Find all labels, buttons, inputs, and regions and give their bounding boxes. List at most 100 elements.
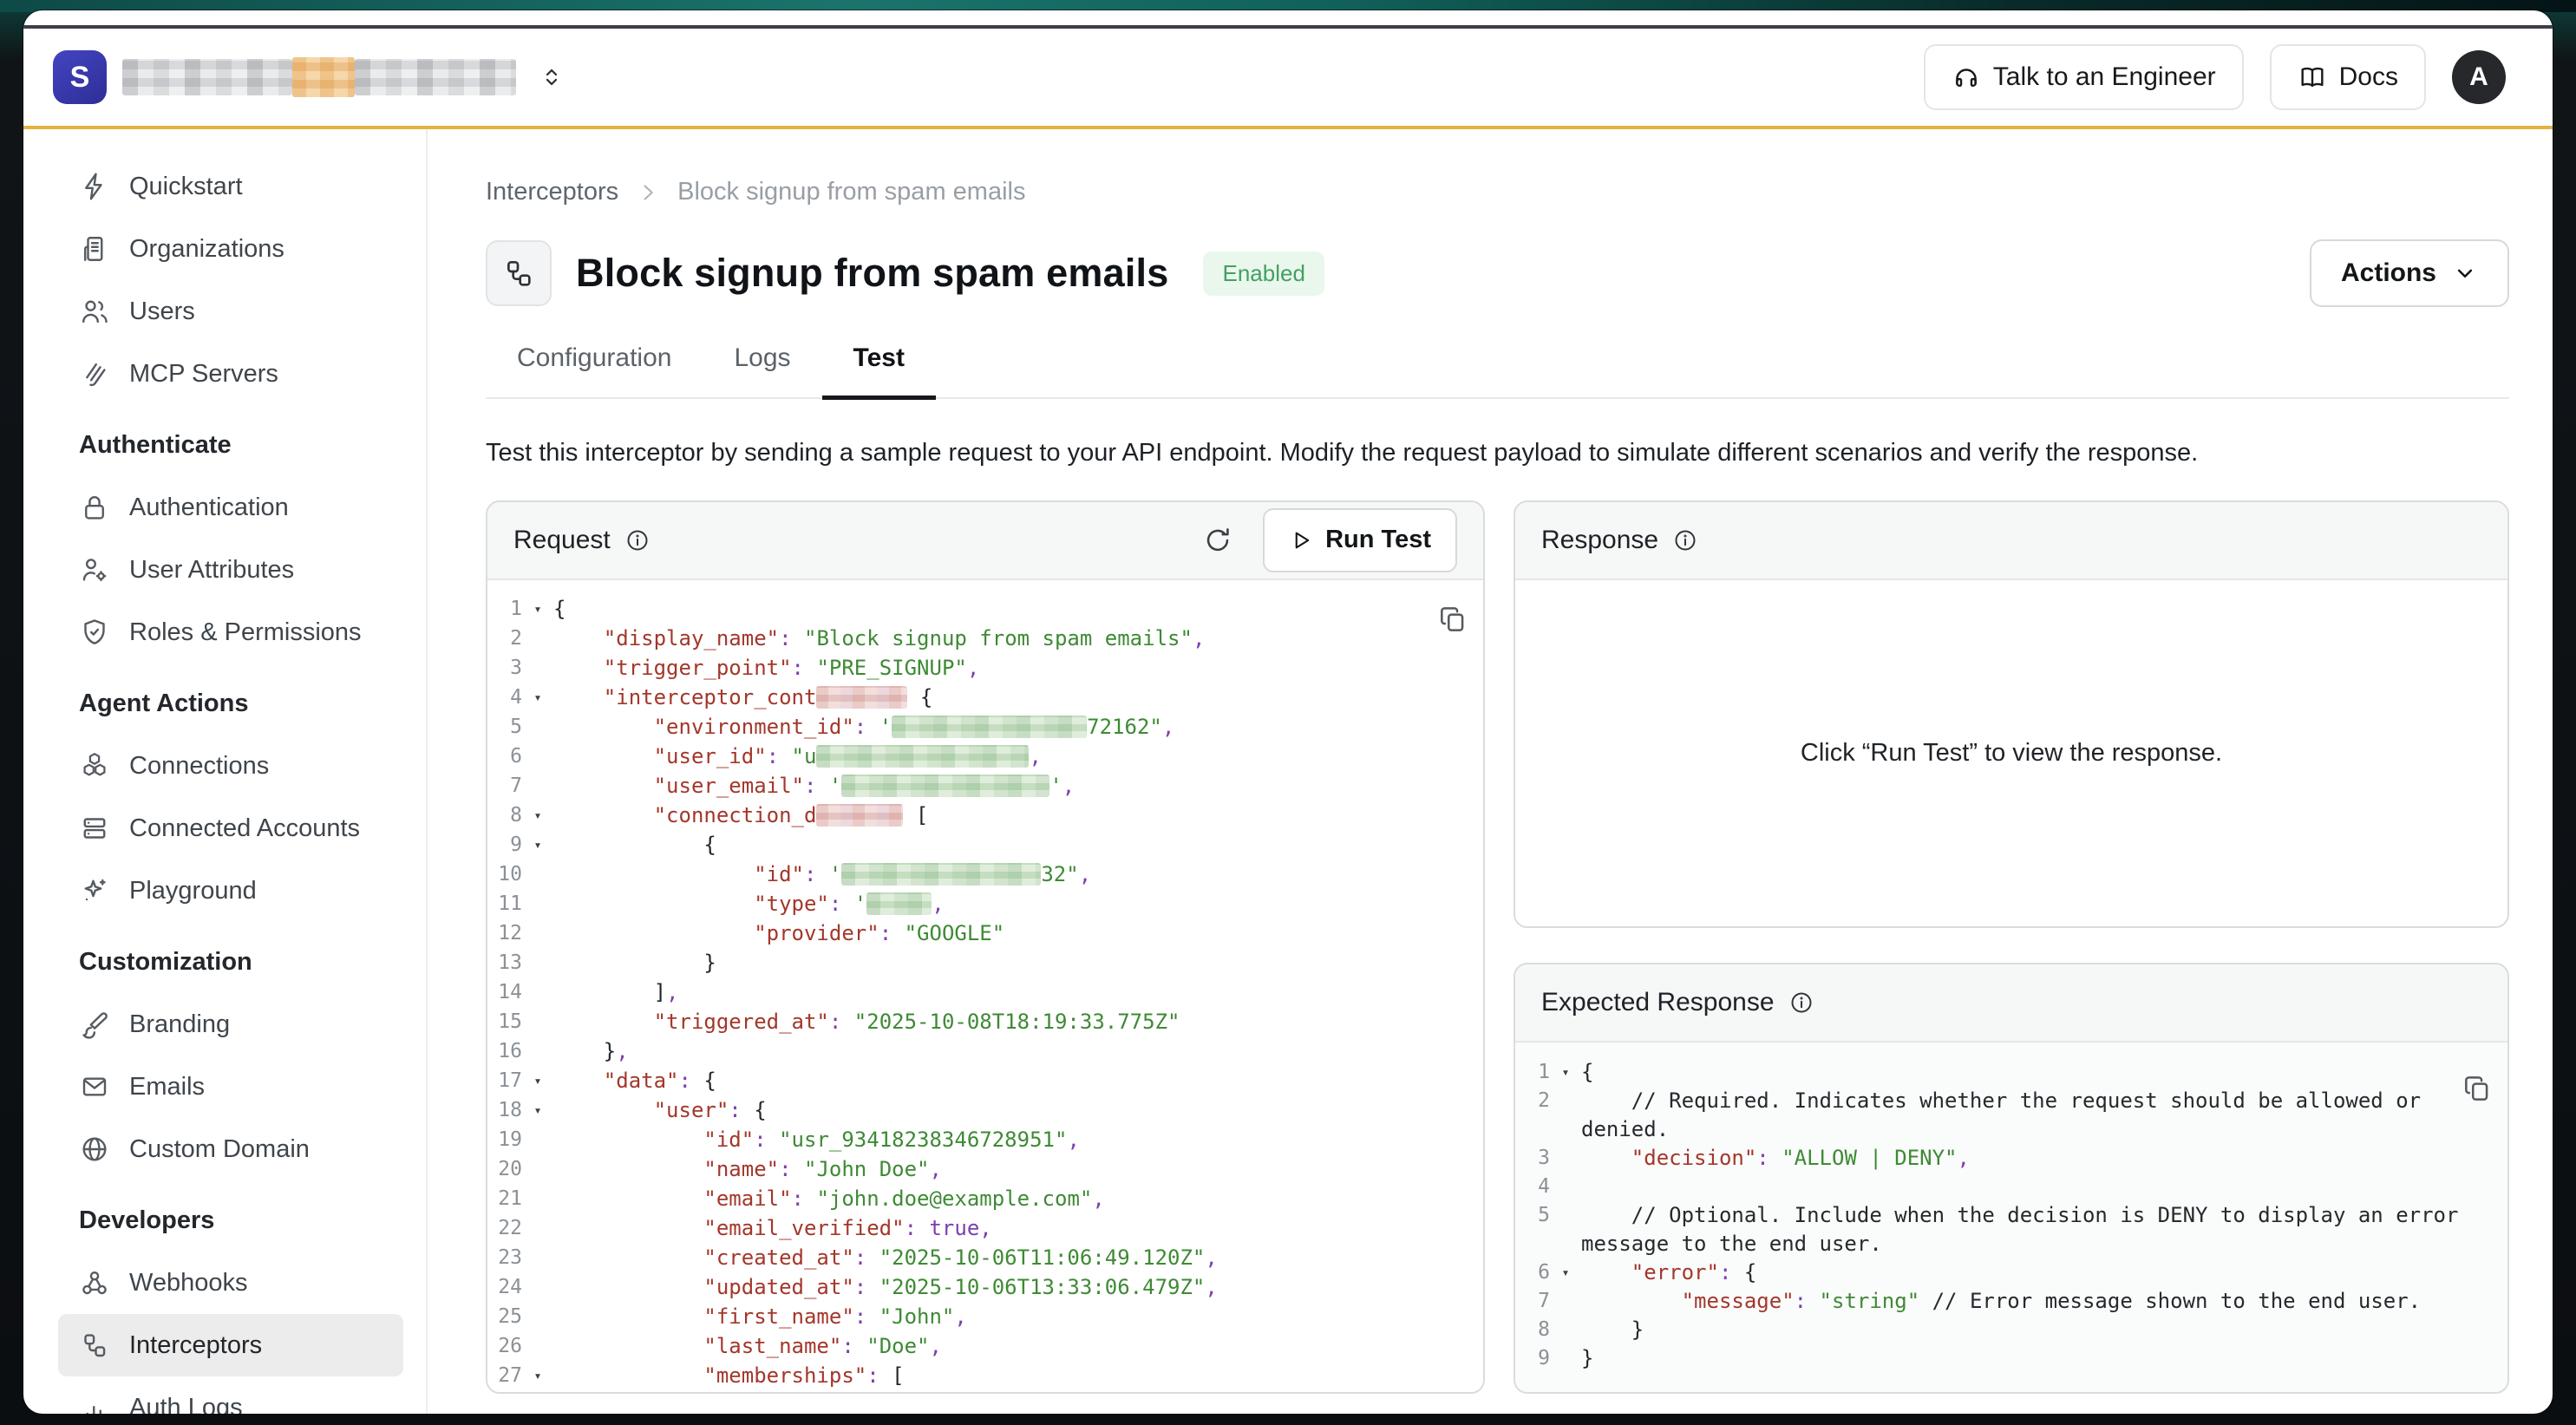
code-line: 4 <box>1515 1173 2507 1201</box>
fold-caret-icon[interactable]: ▾ <box>522 1095 553 1125</box>
info-icon[interactable] <box>1788 990 1814 1016</box>
code-line[interactable]: 27▾ "memberships": [ <box>487 1361 1483 1390</box>
code-text: ], <box>553 977 1483 1007</box>
line-number: 1 <box>487 594 522 624</box>
code-line[interactable]: 11 "type": ', <box>487 889 1483 918</box>
fold-caret-icon[interactable]: ▾ <box>522 1361 553 1390</box>
sidebar-item-connected-accounts[interactable]: Connected Accounts <box>58 797 403 860</box>
sidebar-item-auth-logs[interactable]: Auth Logs <box>58 1376 403 1414</box>
code-line[interactable]: 14 ], <box>487 977 1483 1007</box>
sidebar-section-authenticate: Authenticate <box>58 414 403 476</box>
sidebar-item-label: Webhooks <box>129 1269 248 1298</box>
line-number: 27 <box>487 1361 522 1390</box>
code-line[interactable]: 21 "email": "john.doe@example.com", <box>487 1184 1483 1213</box>
tab-configuration[interactable]: Configuration <box>486 343 703 397</box>
code-line[interactable]: 26 "last_name": "Doe", <box>487 1331 1483 1361</box>
fold-caret-icon[interactable]: ▾ <box>522 830 553 860</box>
sidebar-item-playground[interactable]: Playground <box>58 860 403 922</box>
fold-caret-icon[interactable]: ▾ <box>522 1066 553 1095</box>
page-title: Block signup from spam emails <box>576 251 1168 296</box>
copy-icon[interactable] <box>1436 603 1469 636</box>
code-text: "updated_at": "2025-10-06T13:33:06.479Z"… <box>553 1272 1483 1302</box>
code-line[interactable]: 4▾ "interceptor_cont { <box>487 683 1483 712</box>
code-line[interactable]: 9▾ { <box>487 830 1483 860</box>
code-line[interactable]: 25 "first_name": "John", <box>487 1302 1483 1331</box>
line-number: 15 <box>487 1007 522 1036</box>
code-line[interactable]: 15 "triggered_at": "2025-10-08T18:19:33.… <box>487 1007 1483 1036</box>
fold-caret-icon[interactable]: ▾ <box>522 801 553 830</box>
code-line[interactable]: 3 "trigger_point": "PRE_SIGNUP", <box>487 653 1483 683</box>
sidebar-item-organizations[interactable]: Organizations <box>58 218 403 280</box>
code-line[interactable]: 17▾ "data": { <box>487 1066 1483 1095</box>
code-line[interactable]: 5 "environment_id": '72162", <box>487 712 1483 742</box>
sidebar-item-webhooks[interactable]: Webhooks <box>58 1252 403 1314</box>
code-line[interactable]: 19 "id": "usr_93418238346728951", <box>487 1125 1483 1154</box>
code-line[interactable]: 22 "email_verified": true, <box>487 1213 1483 1243</box>
docs-label: Docs <box>2339 62 2398 92</box>
page-description: Test this interceptor by sending a sampl… <box>486 439 2509 467</box>
sidebar-item-connections[interactable]: Connections <box>58 735 403 797</box>
code-line[interactable]: 6 "user_id": "u, <box>487 742 1483 771</box>
code-line[interactable]: 7 "user_email": '', <box>487 771 1483 801</box>
sidebar-item-label: Organizations <box>129 235 284 264</box>
code-line[interactable]: 2 "display_name": "Block signup from spa… <box>487 624 1483 653</box>
actions-button[interactable]: Actions <box>2310 239 2509 307</box>
fold-caret-icon[interactable]: ▾ <box>522 683 553 712</box>
expected-response-code: 1▾{2 // Required. Indicates whether the … <box>1515 1043 2507 1392</box>
header-actions: Talk to an Engineer Docs A <box>1924 44 2506 110</box>
code-line: 9} <box>1515 1344 2507 1373</box>
tab-test[interactable]: Test <box>822 343 936 400</box>
request-code-editor[interactable]: 1▾{2 "display_name": "Block signup from … <box>487 580 1483 1392</box>
sidebar-item-label: Authentication <box>129 494 289 522</box>
fold-caret-icon[interactable]: ▾ <box>1550 1258 1581 1287</box>
page-title-row: Block signup from spam emails Enabled Ac… <box>486 239 2509 307</box>
sidebar-item-custom-domain[interactable]: Custom Domain <box>58 1118 403 1180</box>
line-number: 26 <box>487 1331 522 1361</box>
code-line[interactable]: 23 "created_at": "2025-10-06T11:06:49.12… <box>487 1243 1483 1272</box>
info-icon[interactable] <box>624 527 651 553</box>
code-text: "user_email": '', <box>553 771 1483 801</box>
fold-caret-icon[interactable]: ▾ <box>522 594 553 624</box>
copy-icon[interactable] <box>2461 1072 2494 1105</box>
code-line[interactable]: 18▾ "user": { <box>487 1095 1483 1125</box>
code-text: "name": "John Doe", <box>553 1154 1483 1184</box>
sidebar-section-agent-actions: Agent Actions <box>58 672 403 735</box>
user-avatar[interactable]: A <box>2452 50 2506 104</box>
info-icon[interactable] <box>1672 527 1698 553</box>
sidebar-item-emails[interactable]: Emails <box>58 1056 403 1118</box>
sidebar-item-branding[interactable]: Branding <box>58 993 403 1056</box>
code-line: 6▾ "error": { <box>1515 1258 2507 1287</box>
code-line[interactable]: 8▾ "connection_d [ <box>487 801 1483 830</box>
headphones-icon <box>1952 62 1981 92</box>
talk-to-engineer-button[interactable]: Talk to an Engineer <box>1924 44 2244 110</box>
code-line: 7 "message": "string" // Error message s… <box>1515 1287 2507 1316</box>
sidebar-item-authentication[interactable]: Authentication <box>58 476 403 539</box>
sidebar-item-quickstart[interactable]: Quickstart <box>58 155 403 218</box>
fold-caret-icon[interactable]: ▾ <box>1550 1058 1581 1087</box>
org-switcher[interactable]: S <box>53 50 565 104</box>
sidebar-item-users[interactable]: Users <box>58 280 403 343</box>
run-test-button[interactable]: Run Test <box>1263 508 1457 572</box>
expected-panel-header: Expected Response <box>1515 964 2507 1043</box>
sidebar-item-mcp-servers[interactable]: MCP Servers <box>58 343 403 405</box>
code-line[interactable]: 1▾{ <box>487 594 1483 624</box>
fold-spacer <box>522 742 553 771</box>
code-line[interactable]: 13 } <box>487 948 1483 977</box>
redacted-block <box>292 57 355 97</box>
code-line[interactable]: 12 "provider": "GOOGLE" <box>487 918 1483 948</box>
fold-spacer <box>1550 1316 1581 1344</box>
code-line[interactable]: 24 "updated_at": "2025-10-06T13:33:06.47… <box>487 1272 1483 1302</box>
breadcrumb-interceptors[interactable]: Interceptors <box>486 178 618 206</box>
tab-logs[interactable]: Logs <box>703 343 821 397</box>
sidebar-item-interceptors[interactable]: Interceptors <box>58 1314 403 1376</box>
code-line[interactable]: 16 }, <box>487 1036 1483 1066</box>
code-text: { <box>553 830 1483 860</box>
line-number: 18 <box>487 1095 522 1125</box>
code-line[interactable]: 20 "name": "John Doe", <box>487 1154 1483 1184</box>
docs-button[interactable]: Docs <box>2270 44 2426 110</box>
reset-request-icon[interactable] <box>1202 525 1233 556</box>
sidebar-item-roles-permissions[interactable]: Roles & Permissions <box>58 601 403 663</box>
sidebar-item-user-attributes[interactable]: User Attributes <box>58 539 403 601</box>
code-line[interactable]: 10 "id": '32", <box>487 860 1483 889</box>
code-text: "user": { <box>553 1095 1483 1125</box>
